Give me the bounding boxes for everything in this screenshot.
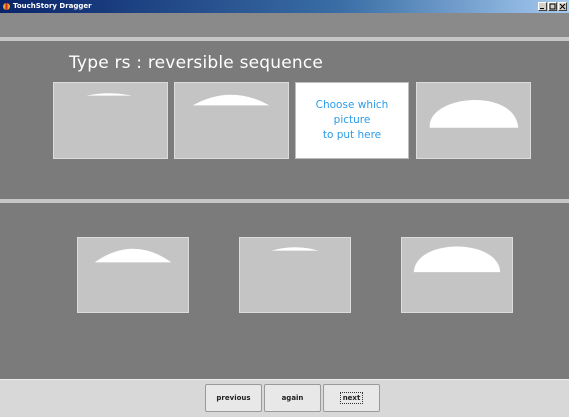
dome-picture-icon	[192, 94, 270, 106]
maximize-button[interactable]	[548, 2, 557, 11]
previous-button[interactable]: previous	[205, 384, 262, 412]
placeholder-line-2: picture	[333, 114, 371, 126]
placeholder-line-3: to put here	[322, 129, 382, 141]
sequence-picture-2[interactable]	[174, 82, 289, 159]
again-button[interactable]: again	[264, 384, 321, 412]
again-label: again	[281, 394, 304, 402]
prompt-text: Type rs : reversible sequence	[69, 53, 324, 73]
sequence-picture-1[interactable]	[53, 82, 168, 159]
next-button[interactable]: next	[323, 384, 380, 412]
close-icon	[559, 3, 566, 10]
dome-picture-icon	[86, 93, 132, 96]
top-strip	[0, 13, 569, 37]
minimize-button[interactable]	[538, 2, 547, 11]
previous-label: previous	[216, 394, 251, 402]
close-button[interactable]	[558, 2, 567, 11]
empty-slot-placeholder[interactable]: Choose which picture to put here	[295, 82, 409, 159]
dome-picture-icon	[429, 99, 519, 128]
window-title: TouchStory Dragger	[13, 2, 92, 10]
maximize-icon	[549, 3, 556, 10]
dome-picture-icon	[271, 247, 319, 251]
choice-picture-3[interactable]	[401, 237, 513, 313]
window-titlebar: TouchStory Dragger	[0, 0, 569, 13]
dome-picture-icon	[413, 246, 501, 273]
app-icon	[3, 3, 10, 10]
choice-picture-2[interactable]	[239, 237, 351, 313]
placeholder-line-1: Choose which	[315, 99, 389, 111]
next-label: next	[339, 392, 364, 404]
dome-picture-icon	[94, 248, 172, 263]
sequence-picture-4[interactable]	[416, 82, 531, 159]
choice-picture-1[interactable]	[77, 237, 189, 313]
navigation-bar: previous again next	[0, 379, 569, 417]
minimize-icon	[540, 8, 544, 9]
